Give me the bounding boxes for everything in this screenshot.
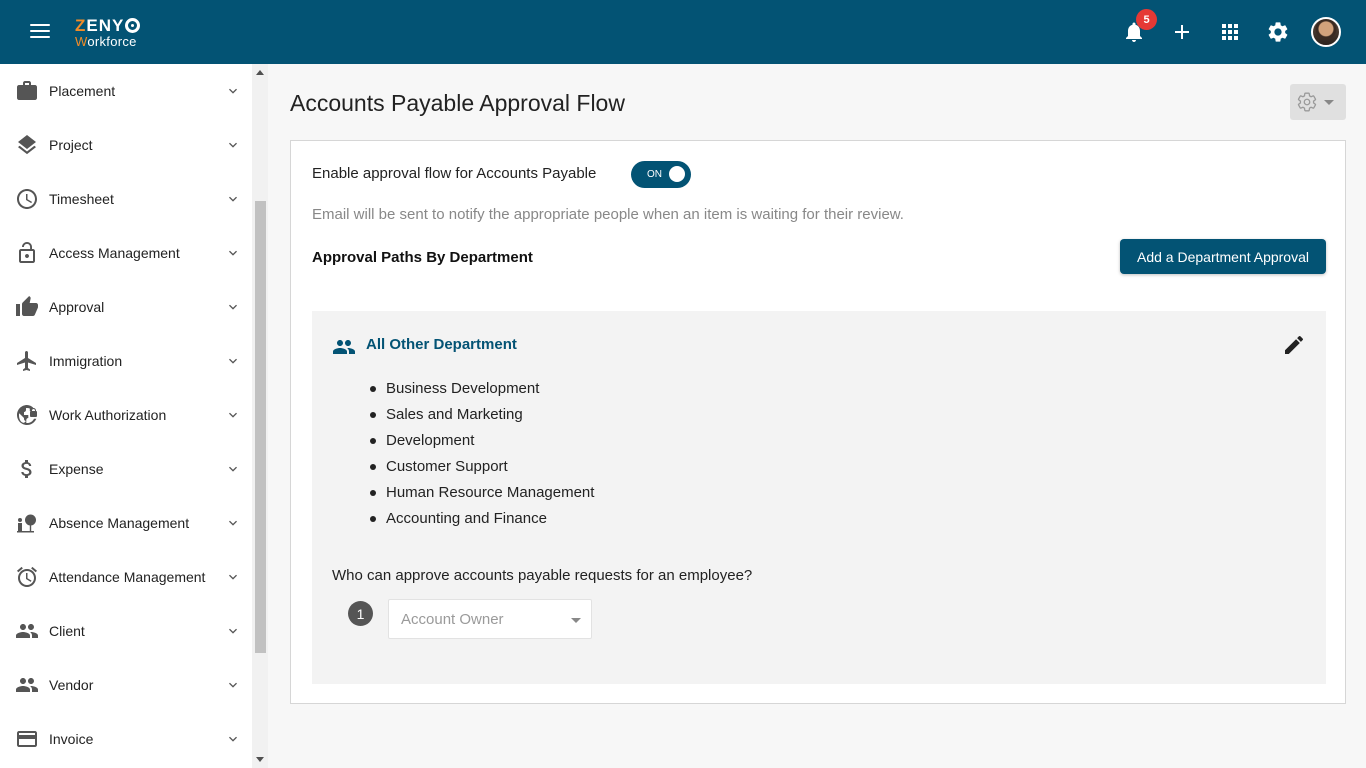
gear-outline-icon — [1297, 92, 1317, 112]
sidebar-scrollbar-thumb[interactable] — [255, 201, 266, 653]
chevron-down-icon[interactable] — [225, 191, 241, 207]
sidebar-item-project[interactable]: Project — [0, 118, 252, 172]
chevron-down-icon[interactable] — [225, 569, 241, 585]
sidebar-item-attendance-management[interactable]: Attendance Management — [0, 550, 252, 604]
user-avatar[interactable] — [1311, 17, 1341, 47]
sidebar-item-label: Attendance Management — [49, 569, 206, 585]
lock-icon — [19, 242, 35, 263]
sidebar-item-client[interactable]: Client — [0, 604, 252, 658]
sidebar-item-label: Work Authorization — [49, 407, 167, 423]
app-logo[interactable]: Z ENY Workforce — [75, 16, 141, 49]
sidebar-item-placement[interactable]: Placement — [0, 64, 252, 118]
approver-select[interactable]: Account Owner — [388, 599, 592, 639]
sidebar-item-work-authorization[interactable]: Work Authorization — [0, 388, 252, 442]
approval-flow-card: Enable approval flow for Accounts Payabl… — [290, 140, 1346, 704]
approver-question: Who can approve accounts payable request… — [332, 567, 753, 584]
caret-down-icon — [571, 618, 581, 623]
list-item: Business Development — [366, 379, 594, 405]
chevron-down-icon[interactable] — [225, 515, 241, 531]
approver-select-value: Account Owner — [401, 611, 504, 628]
chevron-down-icon[interactable] — [225, 353, 241, 369]
people-icon — [16, 678, 38, 692]
logo-o-mark — [125, 18, 141, 33]
pencil-edit-icon[interactable] — [1282, 333, 1306, 357]
notification-badge: 5 — [1136, 9, 1157, 30]
sidebar-item-approval[interactable]: Approval — [0, 280, 252, 334]
sidebar-item-label: Invoice — [49, 731, 94, 747]
email-notification-note: Email will be sent to notify the appropr… — [312, 206, 904, 223]
sidebar-item-label: Absence Management — [49, 515, 190, 531]
briefcase-icon — [17, 81, 37, 100]
airplane-icon — [17, 351, 36, 371]
sidebar-item-absence-management[interactable]: Absence Management — [0, 496, 252, 550]
sidebar-item-expense[interactable]: Expense — [0, 442, 252, 496]
page-title: Accounts Payable Approval Flow — [290, 90, 625, 116]
list-item: Development — [366, 431, 594, 457]
top-bar: Z ENY Workforce 5 — [0, 0, 1366, 64]
chevron-down-icon[interactable] — [225, 137, 241, 153]
list-item: Accounting and Finance — [366, 509, 594, 535]
layers-icon — [18, 135, 36, 155]
sidebar-item-immigration[interactable]: Immigration — [0, 334, 252, 388]
credit-card-icon — [17, 731, 37, 747]
chevron-down-icon[interactable] — [225, 299, 241, 315]
person-beach-icon — [17, 514, 36, 533]
department-approval-panel: All Other Department Business Developmen… — [312, 311, 1326, 684]
logo-bottom-rest: orkforce — [87, 34, 137, 49]
chevron-down-icon[interactable] — [225, 731, 241, 747]
sidebar-item-label: Client — [49, 623, 85, 639]
approval-paths-heading: Approval Paths By Department — [312, 249, 533, 266]
chevron-down-icon[interactable] — [225, 407, 241, 423]
menu-icon[interactable] — [30, 24, 50, 40]
list-item: Sales and Marketing — [366, 405, 594, 431]
enable-approval-label: Enable approval flow for Accounts Payabl… — [312, 165, 597, 182]
page-settings-button[interactable] — [1290, 84, 1346, 120]
chevron-down-icon[interactable] — [225, 245, 241, 261]
toggle-state-label: ON — [647, 169, 662, 180]
sidebar: Placement Project Timesheet Access Manag… — [0, 64, 268, 768]
sidebar-item-invoice[interactable]: Invoice — [0, 712, 252, 766]
chevron-down-icon[interactable] — [225, 83, 241, 99]
people-icon — [16, 624, 38, 638]
scroll-down-arrow-icon[interactable] — [256, 757, 264, 762]
list-item: Customer Support — [366, 457, 594, 483]
sidebar-item-label: Project — [49, 137, 93, 153]
apps-grid-icon[interactable] — [1218, 20, 1242, 44]
chevron-down-icon[interactable] — [225, 461, 241, 477]
chevron-down-icon[interactable] — [225, 623, 241, 639]
chevron-down-icon[interactable] — [225, 677, 241, 693]
add-department-approval-button[interactable]: Add a Department Approval — [1120, 239, 1326, 274]
globe-lock-icon — [17, 405, 37, 425]
alarm-icon — [17, 566, 37, 587]
caret-down-icon — [1324, 100, 1334, 105]
people-icon — [333, 340, 355, 354]
logo-text: ENY — [86, 16, 125, 35]
list-item: Human Resource Management — [366, 483, 594, 509]
sidebar-item-label: Access Management — [49, 245, 180, 261]
plus-icon[interactable] — [1170, 20, 1194, 44]
enable-approval-toggle[interactable]: ON — [631, 161, 691, 188]
department-list: Business Development Sales and Marketing… — [366, 379, 594, 535]
sidebar-item-label: Placement — [49, 83, 116, 99]
sidebar-item-access-management[interactable]: Access Management — [0, 226, 252, 280]
sidebar-item-label: Approval — [49, 299, 105, 315]
sidebar-item-label: Expense — [49, 461, 104, 477]
clock-icon — [17, 189, 37, 209]
step-number-badge: 1 — [348, 601, 373, 626]
dollar-icon — [21, 460, 32, 478]
logo-letter-z: Z — [75, 16, 87, 35]
department-name: All Other Department — [366, 336, 517, 353]
sidebar-item-timesheet[interactable]: Timesheet — [0, 172, 252, 226]
sidebar-item-label: Immigration — [49, 353, 123, 369]
settings-gear-icon[interactable] — [1266, 20, 1290, 44]
scroll-up-arrow-icon[interactable] — [256, 70, 264, 75]
sidebar-item-label: Timesheet — [49, 191, 114, 207]
sidebar-item-label: Vendor — [49, 677, 94, 693]
sidebar-item-vendor[interactable]: Vendor — [0, 658, 252, 712]
thumbs-up-icon — [16, 296, 38, 316]
toggle-knob — [669, 166, 685, 182]
logo-bottom-first: W — [75, 34, 88, 49]
